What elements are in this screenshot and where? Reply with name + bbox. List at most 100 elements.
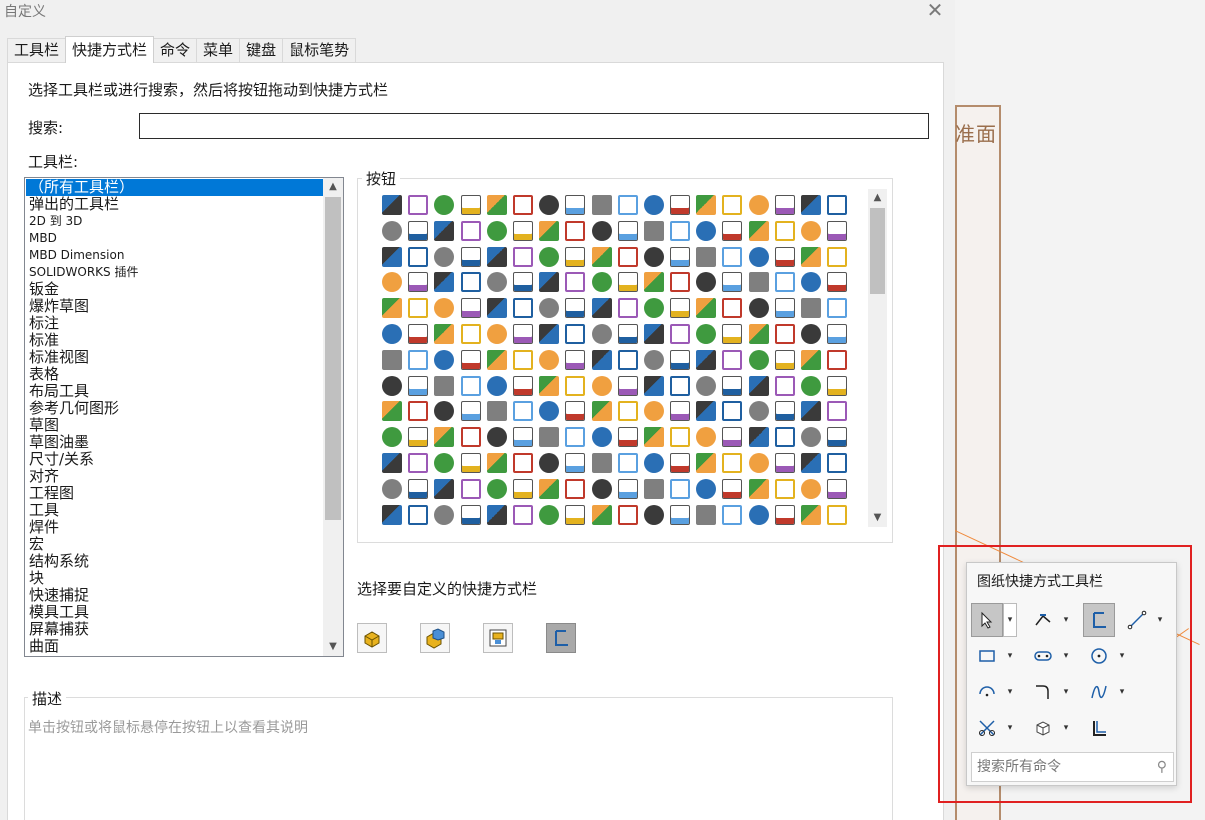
command-icon[interactable] <box>434 401 455 422</box>
toolbar-list-item[interactable]: 工程图 <box>26 485 323 502</box>
command-icon[interactable] <box>801 298 821 319</box>
command-icon[interactable] <box>617 401 638 422</box>
toolbar-list-item[interactable]: 屏幕捕获 <box>26 621 323 638</box>
toolbar-list-item[interactable]: 标注 <box>26 315 323 332</box>
command-icon[interactable] <box>434 452 455 473</box>
command-icon[interactable] <box>722 220 743 241</box>
command-icon[interactable] <box>748 427 769 448</box>
command-icon[interactable] <box>696 504 717 525</box>
command-icon[interactable] <box>722 349 743 370</box>
command-icon[interactable] <box>827 452 848 473</box>
fillet-dropdown[interactable]: ▾ <box>1059 675 1073 709</box>
command-icon[interactable] <box>670 298 691 319</box>
command-icon[interactable] <box>643 220 664 241</box>
search-commands-input[interactable]: 搜索所有命令 ⚲ <box>971 752 1174 782</box>
command-icon[interactable] <box>565 504 586 525</box>
command-icon[interactable] <box>670 452 691 473</box>
command-icon[interactable] <box>382 349 402 370</box>
line-dropdown[interactable]: ▾ <box>1153 603 1167 637</box>
toolbar-list-item[interactable]: 标准 <box>26 332 323 349</box>
command-icon[interactable] <box>486 195 507 215</box>
command-icon[interactable] <box>722 478 743 499</box>
arc-button[interactable] <box>971 675 1003 709</box>
command-icon[interactable] <box>565 272 586 293</box>
command-icon[interactable] <box>696 401 717 422</box>
toolbar-list-item[interactable]: 参考几何图形 <box>26 400 323 417</box>
assembly-shortcut-button[interactable] <box>420 623 450 653</box>
command-icon[interactable] <box>539 427 560 448</box>
command-icon[interactable] <box>643 195 664 215</box>
command-icon[interactable] <box>827 504 848 525</box>
command-icon[interactable] <box>591 427 612 448</box>
command-icon[interactable] <box>643 478 664 499</box>
command-icon[interactable] <box>774 195 795 215</box>
command-icon[interactable] <box>486 452 507 473</box>
command-icon[interactable] <box>512 195 533 215</box>
command-icon[interactable] <box>382 452 402 473</box>
command-icon[interactable] <box>382 478 402 499</box>
command-icon[interactable] <box>512 375 533 396</box>
tab-commands[interactable]: 命令 <box>153 38 198 63</box>
command-icon[interactable] <box>382 323 402 344</box>
command-icon[interactable] <box>670 323 691 344</box>
command-icon[interactable] <box>774 220 795 241</box>
part-shortcut-button[interactable] <box>357 623 387 653</box>
command-icon[interactable] <box>591 504 612 525</box>
command-icon[interactable] <box>486 401 507 422</box>
command-icon[interactable] <box>801 427 821 448</box>
toolbar-listbox[interactable]: （所有工具栏） 弹出的工具栏 2D 到 3D MBD MBD Dimension SOLI… <box>24 177 344 657</box>
command-icon[interactable] <box>434 246 455 267</box>
command-icon[interactable] <box>434 504 455 525</box>
sketch-shortcut-button[interactable] <box>546 623 576 653</box>
command-icon[interactable] <box>434 427 455 448</box>
command-icon[interactable] <box>801 220 821 241</box>
command-icon[interactable] <box>486 427 507 448</box>
slot-dropdown[interactable]: ▾ <box>1059 639 1073 673</box>
command-icon[interactable] <box>512 323 533 344</box>
command-icon[interactable] <box>643 504 664 525</box>
circle-button[interactable] <box>1083 639 1115 673</box>
command-icon[interactable] <box>722 323 743 344</box>
command-icon[interactable] <box>460 478 481 499</box>
smart-dimension-button[interactable] <box>1027 603 1059 637</box>
command-icon[interactable] <box>722 272 743 293</box>
command-icon[interactable] <box>827 323 848 344</box>
tab-menus[interactable]: 菜单 <box>196 38 241 63</box>
command-icon[interactable] <box>382 246 402 267</box>
command-icon[interactable] <box>539 452 560 473</box>
command-icon[interactable] <box>539 401 560 422</box>
command-icon[interactable] <box>512 246 533 267</box>
toolbar-list-item[interactable]: （所有工具栏） <box>26 179 323 196</box>
command-icon[interactable] <box>408 452 429 473</box>
toolbar-list-item[interactable]: 钣金 <box>26 281 323 298</box>
command-icon[interactable] <box>382 298 402 319</box>
command-icon[interactable] <box>774 272 795 293</box>
command-icon[interactable] <box>565 401 586 422</box>
command-icon[interactable] <box>643 272 664 293</box>
command-icon[interactable] <box>486 504 507 525</box>
command-icon[interactable] <box>565 478 586 499</box>
close-button[interactable]: ✕ <box>925 0 945 20</box>
command-icon[interactable] <box>408 401 429 422</box>
command-icon[interactable] <box>408 504 429 525</box>
command-icon[interactable] <box>591 246 612 267</box>
command-icon[interactable] <box>670 401 691 422</box>
toolbar-list-item[interactable]: 宏 <box>26 536 323 553</box>
toolbar-list-item[interactable]: 对齐 <box>26 468 323 485</box>
command-icon[interactable] <box>827 478 848 499</box>
command-icon[interactable] <box>539 349 560 370</box>
command-icon[interactable] <box>486 246 507 267</box>
command-icon[interactable] <box>801 246 821 267</box>
command-icon[interactable] <box>565 220 586 241</box>
command-icon[interactable] <box>748 504 769 525</box>
command-icon[interactable] <box>801 349 821 370</box>
view-orientation-button[interactable] <box>1027 711 1059 745</box>
command-icon[interactable] <box>617 195 638 215</box>
command-icon[interactable] <box>565 195 586 215</box>
command-icon[interactable] <box>722 401 743 422</box>
command-icon[interactable] <box>617 246 638 267</box>
command-icon[interactable] <box>670 375 691 396</box>
command-icon[interactable] <box>408 195 429 215</box>
trim-dropdown[interactable]: ▾ <box>1003 711 1017 745</box>
command-icon[interactable] <box>434 220 455 241</box>
